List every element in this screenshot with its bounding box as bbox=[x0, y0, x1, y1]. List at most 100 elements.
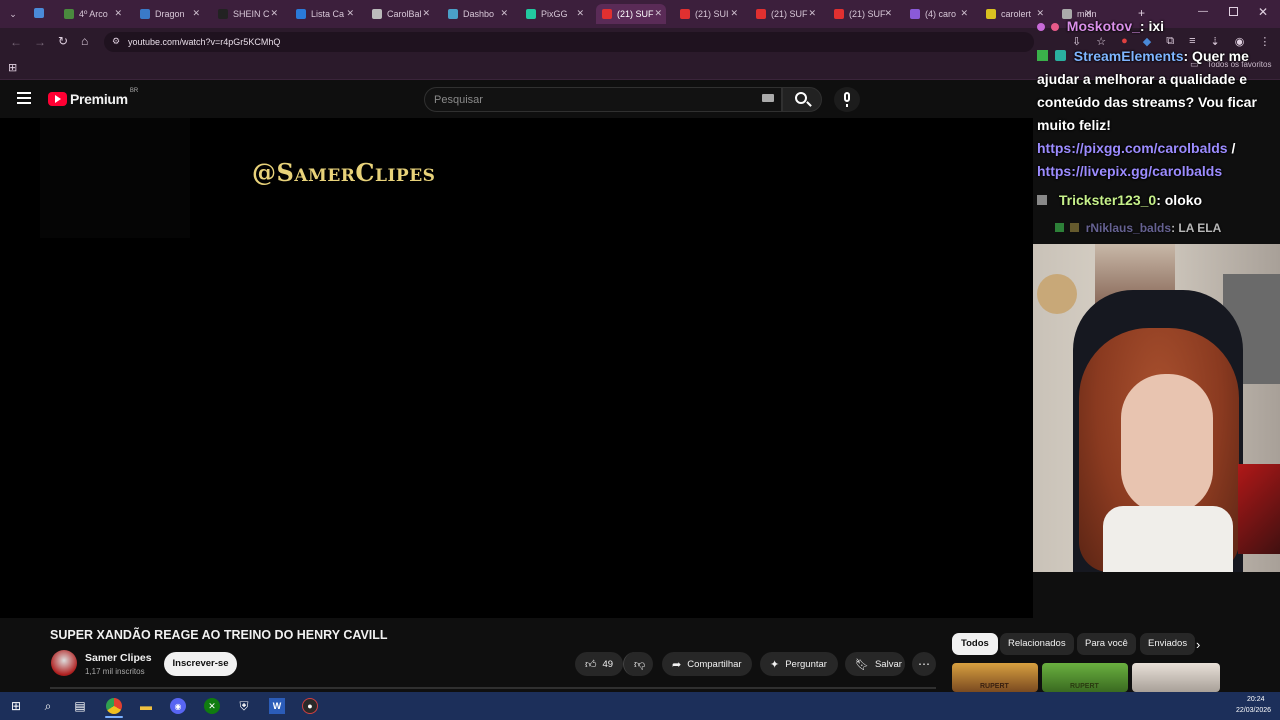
like-button[interactable]: 👍︎ 49 bbox=[575, 652, 623, 676]
address-bar[interactable]: ⚙ youtube.com/watch?v=r4pGr5KCMhQ bbox=[104, 32, 1034, 52]
search-input[interactable]: Pesquisar bbox=[424, 87, 782, 112]
tab-label: (21) SUI bbox=[695, 9, 729, 19]
channel-name[interactable]: Samer Clipes bbox=[85, 652, 152, 664]
save-label: Salvar bbox=[874, 658, 902, 670]
browser-tab[interactable]: SHEIN C ✕ bbox=[212, 4, 282, 24]
apps-grid-icon[interactable]: ⊞ bbox=[8, 61, 17, 74]
word-icon[interactable]: W bbox=[269, 698, 285, 714]
keyboard-icon[interactable] bbox=[762, 94, 774, 102]
microphone-icon bbox=[844, 92, 850, 102]
browser-tab[interactable]: (4) caro ✕ bbox=[904, 4, 972, 24]
save-button[interactable]: 🔖︎ Salvar bbox=[845, 652, 905, 676]
chat-link-line: https://pixgg.com/carolbalds / https://l… bbox=[1037, 137, 1277, 183]
tab-close-icon[interactable]: ✕ bbox=[808, 8, 816, 19]
voice-search-button[interactable] bbox=[834, 87, 860, 112]
tab-favicon-icon bbox=[834, 9, 844, 19]
pinned-tab-icon[interactable] bbox=[34, 8, 44, 18]
tab-close-icon[interactable]: ✕ bbox=[960, 8, 968, 19]
chat-badge-icon bbox=[1037, 195, 1047, 205]
hamburger-menu-icon[interactable] bbox=[17, 92, 31, 104]
related-thumbnail[interactable] bbox=[1132, 663, 1220, 692]
tab-close-icon[interactable]: ✕ bbox=[346, 8, 354, 19]
task-view-icon[interactable]: ▤ bbox=[72, 698, 88, 714]
browser-tab[interactable]: CarolBal ✕ bbox=[366, 4, 434, 24]
chips-next-icon[interactable]: › bbox=[1196, 637, 1200, 652]
chrome-taskbar-icon[interactable] bbox=[106, 698, 122, 714]
chat-username: Moskotov_ bbox=[1066, 18, 1140, 34]
more-actions-button[interactable]: ⋯ bbox=[912, 652, 936, 676]
browser-tab[interactable]: 4º Arco ✕ bbox=[58, 4, 126, 24]
chat-message: : oloko bbox=[1156, 192, 1203, 208]
webcam-red-light bbox=[1238, 464, 1280, 554]
ask-button[interactable]: ✦ Perguntar bbox=[760, 652, 838, 676]
forward-icon[interactable]: → bbox=[34, 35, 46, 49]
chip-para-voce[interactable]: Para você bbox=[1077, 633, 1136, 655]
thumbnail-label: RUPERT bbox=[1070, 683, 1099, 690]
video-watermark: @SamerClipes bbox=[252, 158, 436, 187]
back-icon[interactable]: ← bbox=[10, 35, 22, 49]
tab-close-icon[interactable]: ✕ bbox=[192, 8, 200, 19]
video-title: SUPER XANDÃO REAGE AO TREINO DO HENRY CA… bbox=[50, 628, 388, 642]
video-dark-region bbox=[40, 118, 190, 238]
chat-message: : LA ELA bbox=[1171, 221, 1222, 235]
obs-icon[interactable]: ● bbox=[302, 698, 318, 714]
subscriber-count: 1,17 mil inscritos bbox=[85, 667, 145, 676]
tab-close-icon[interactable]: ✕ bbox=[654, 8, 662, 19]
chat-badge-icon bbox=[1037, 50, 1048, 61]
comments-divider bbox=[50, 687, 936, 689]
youtube-logo[interactable]: Premium BR bbox=[48, 88, 138, 107]
tab-close-icon[interactable]: ✕ bbox=[270, 8, 278, 19]
browser-tab[interactable]: (21) SUI ✕ bbox=[674, 4, 742, 24]
tab-search-icon[interactable]: ⌄ bbox=[6, 7, 20, 21]
share-button[interactable]: ➦ Compartilhar bbox=[662, 652, 752, 676]
tab-close-icon[interactable]: ✕ bbox=[114, 8, 122, 19]
search-button[interactable] bbox=[782, 87, 822, 112]
thumbs-down-icon: 👎︎ bbox=[634, 658, 646, 671]
tab-favicon-icon bbox=[296, 9, 306, 19]
tab-label: Lista Ca bbox=[311, 9, 345, 19]
xbox-icon[interactable]: ✕ bbox=[204, 698, 220, 714]
tab-close-icon[interactable]: ✕ bbox=[422, 8, 430, 19]
browser-tab[interactable]: PixGG ✕ bbox=[520, 4, 588, 24]
related-thumbnail[interactable]: RUPERT bbox=[952, 663, 1038, 692]
thumbs-up-icon: 👍︎ bbox=[585, 658, 597, 671]
security-icon[interactable]: ⛨ bbox=[236, 698, 252, 714]
discord-icon[interactable]: ◉ bbox=[170, 698, 186, 714]
tab-close-icon[interactable]: ✕ bbox=[500, 8, 508, 19]
site-info-icon[interactable]: ⚙ bbox=[112, 36, 120, 47]
tab-close-icon[interactable]: ✕ bbox=[730, 8, 738, 19]
chat-message: : ixi bbox=[1139, 18, 1165, 34]
browser-tab[interactable]: Dragon ✕ bbox=[134, 4, 204, 24]
reload-icon[interactable]: ↻ bbox=[58, 34, 68, 48]
tab-favicon-icon bbox=[986, 9, 996, 19]
chat-link[interactable]: https://livepix.gg/carolbalds bbox=[1037, 163, 1222, 179]
dislike-button[interactable]: 👎︎ bbox=[623, 652, 653, 676]
browser-tab[interactable]: Lista Ca ✕ bbox=[290, 4, 358, 24]
clock-time[interactable]: 20:24 bbox=[1247, 696, 1265, 703]
file-explorer-icon[interactable]: ▬ bbox=[138, 698, 154, 714]
channel-avatar[interactable] bbox=[51, 650, 77, 676]
tab-favicon-icon bbox=[756, 9, 766, 19]
tab-label: (21) SUF bbox=[849, 9, 886, 19]
chip-relacionados[interactable]: Relacionados bbox=[1000, 633, 1074, 655]
clock-date[interactable]: 22/03/2026 bbox=[1236, 707, 1271, 714]
related-thumbnail[interactable]: RUPERT bbox=[1042, 663, 1128, 692]
chat-link[interactable]: https://pixgg.com/carolbalds bbox=[1037, 140, 1228, 156]
tab-close-icon[interactable]: ✕ bbox=[884, 8, 892, 19]
windows-start-icon[interactable]: ⊞ bbox=[8, 698, 24, 714]
chip-enviados[interactable]: Enviados bbox=[1140, 633, 1196, 655]
home-icon[interactable]: ⌂ bbox=[81, 34, 88, 48]
more-dots-icon: ⋯ bbox=[918, 657, 930, 671]
video-player[interactable] bbox=[0, 118, 1033, 618]
tab-favicon-icon bbox=[218, 9, 228, 19]
browser-tab[interactable]: Dashbo ✕ bbox=[442, 4, 512, 24]
tab-favicon-icon bbox=[910, 9, 920, 19]
url-text[interactable]: youtube.com/watch?v=r4pGr5KCMhQ bbox=[128, 37, 280, 47]
chip-todos[interactable]: Todos bbox=[952, 633, 998, 655]
browser-tab[interactable]: (21) SUF ✕ bbox=[750, 4, 820, 24]
browser-tab[interactable]: (21) SUF ✕ bbox=[596, 4, 666, 24]
tab-close-icon[interactable]: ✕ bbox=[576, 8, 584, 19]
search-taskbar-icon[interactable]: ⌕ bbox=[40, 698, 56, 714]
subscribe-button[interactable]: Inscrever-se bbox=[164, 652, 237, 676]
browser-tab[interactable]: (21) SUF ✕ bbox=[828, 4, 896, 24]
